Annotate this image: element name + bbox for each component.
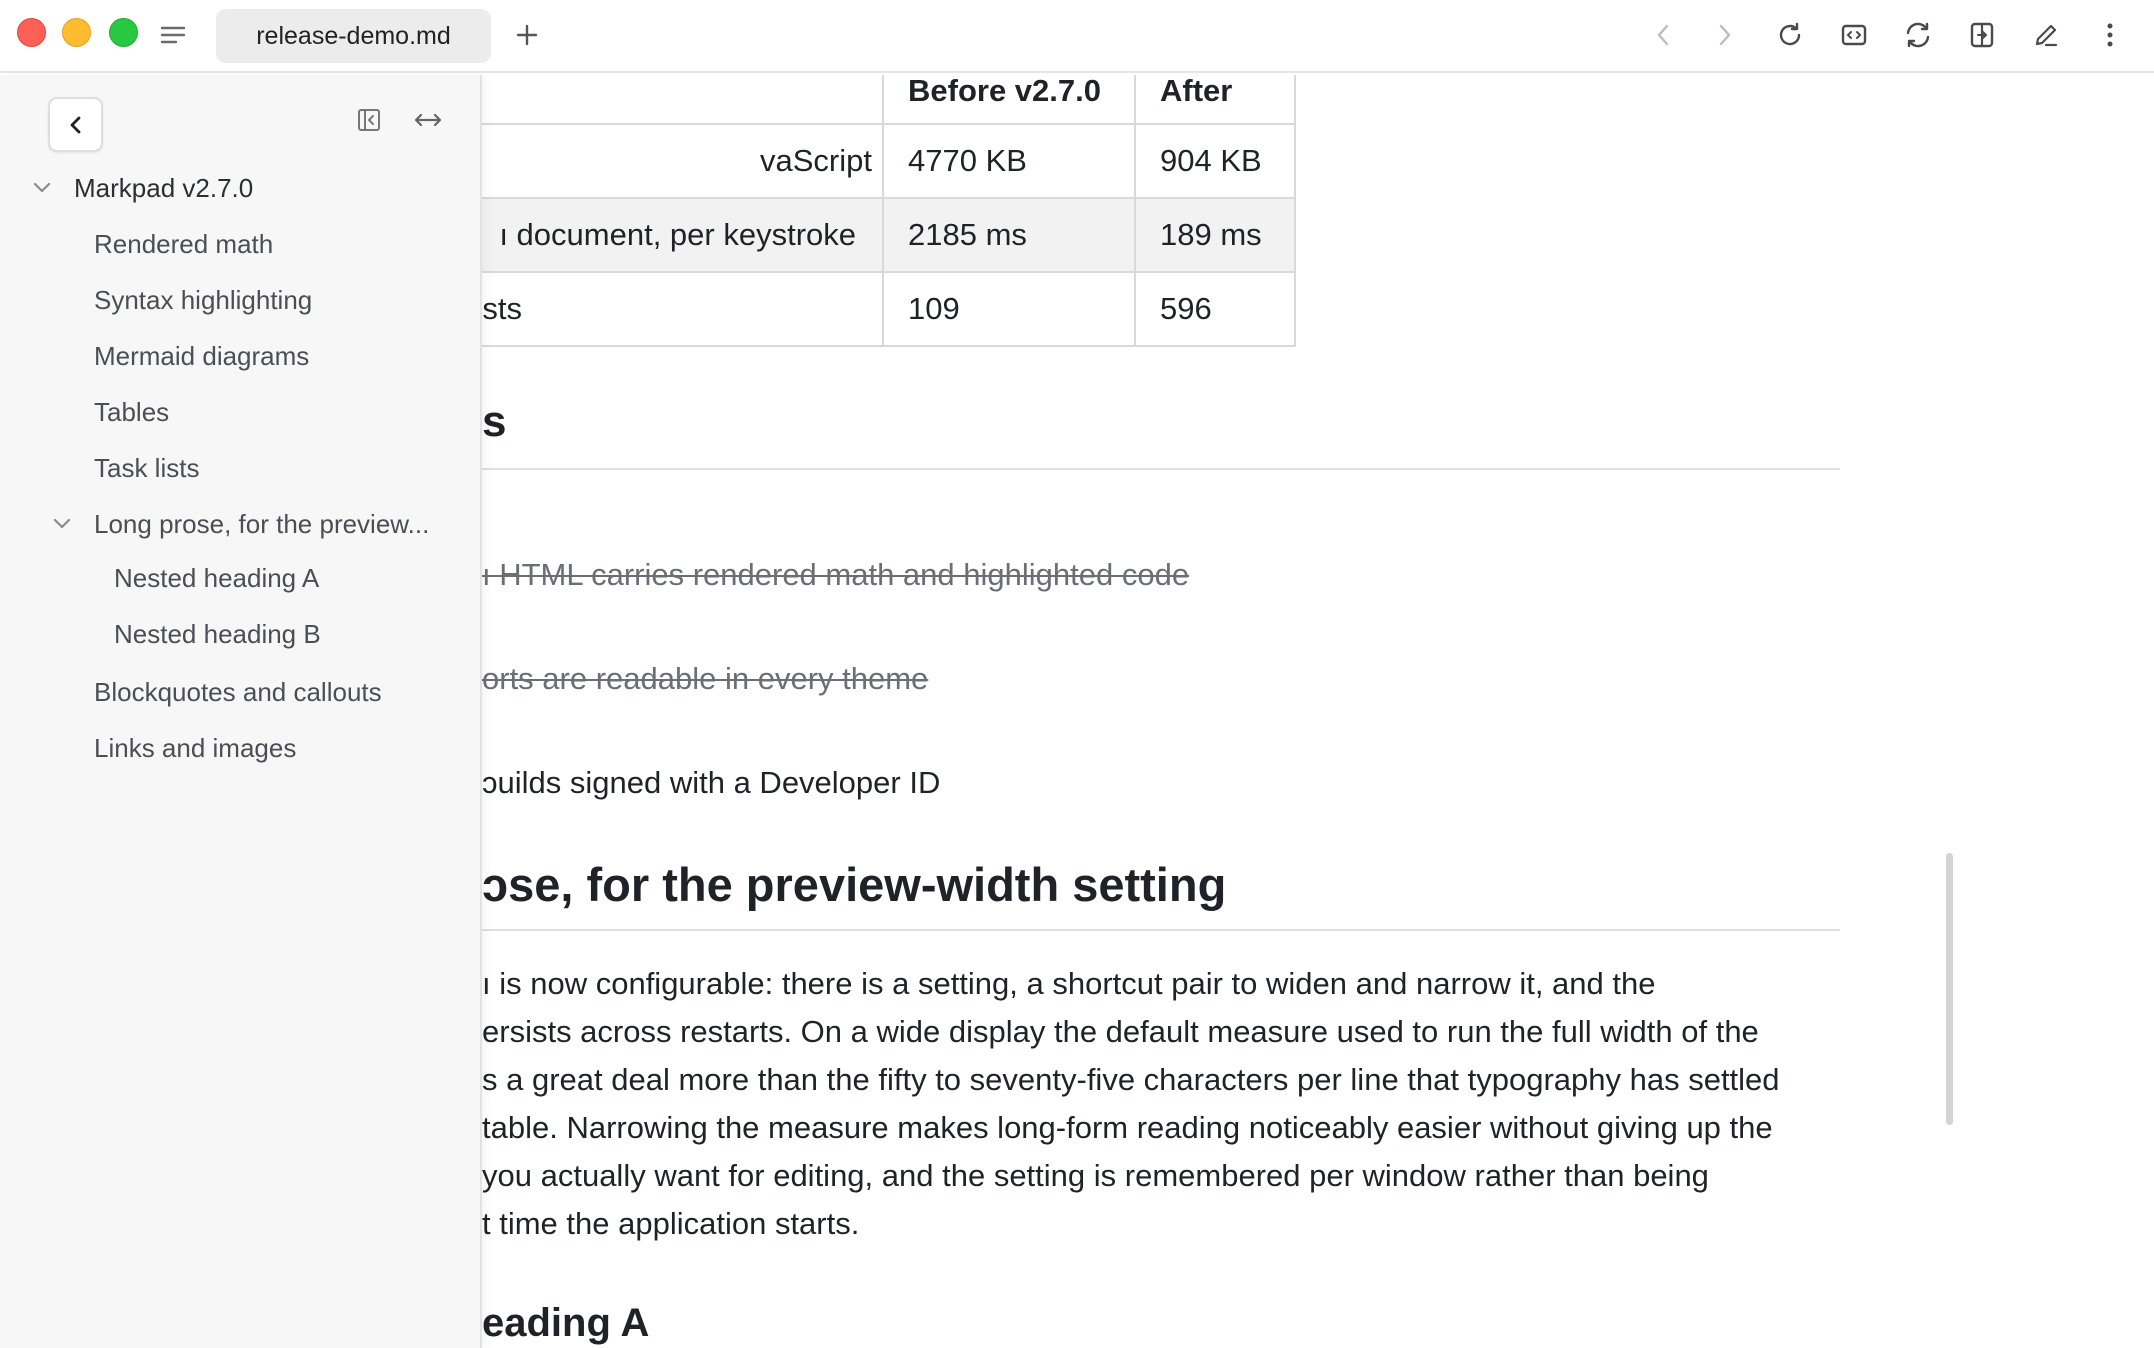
outline-item[interactable]: Syntax highlighting [94,285,312,316]
outline-item[interactable]: Rendered math [94,229,273,260]
outline-item-root[interactable]: Markpad v2.7.0 [74,173,253,204]
section-heading: s [482,397,507,446]
sync-icon[interactable] [1899,16,1937,54]
heading-rule [380,468,1840,470]
chevron-down-icon[interactable] [52,517,72,531]
prose-heading: ɔse, for the preview-width setting [482,858,1227,911]
outline-item-nested[interactable]: Nested heading B [114,619,321,650]
sidebar-menu-icon[interactable] [156,18,190,52]
table-cell: 596 [1134,271,1296,347]
chevron-right-icon[interactable] [1707,16,1743,54]
prose-line: you actually want for editing, and the s… [482,1158,1709,1193]
outline-item[interactable]: Links and images [94,733,296,764]
dock-sidebar-icon[interactable] [352,103,386,137]
table-cell: 189 ms [1134,197,1296,273]
task-item-done: orts are readable in every theme [482,661,929,696]
table-header-cell: After [1134,75,1296,125]
table-cell: 109 [882,271,1136,347]
more-vertical-icon[interactable] [2092,16,2128,54]
prose-line: t time the application starts. [482,1206,860,1241]
outline-item[interactable]: Blockquotes and callouts [94,677,382,708]
prose-line: ı is now configurable: there is a settin… [482,966,1656,1001]
chevron-left-icon[interactable] [1645,16,1681,54]
outline-item[interactable]: Tables [94,397,169,428]
heading-rule [380,929,1840,931]
task-item: ɔuilds signed with a Developer ID [482,765,941,800]
export-icon[interactable] [1963,16,2001,54]
pencil-icon[interactable] [2027,16,2065,54]
close-window-button[interactable] [17,18,46,47]
collapse-sidebar-button[interactable] [48,97,103,152]
minimize-window-button[interactable] [62,18,91,47]
table-header-cell: Before v2.7.0 [882,75,1136,125]
prose-line: ersists across restarts. On a wide displ… [482,1014,1759,1049]
outline-sidebar: Markpad v2.7.0 Rendered math Syntax high… [0,75,482,1348]
outline-item[interactable]: Long prose, for the preview... [94,509,429,540]
outline-item[interactable]: Mermaid diagrams [94,341,309,372]
task-item-done: ı HTML carries rendered math and highlig… [482,557,1190,592]
outline-item[interactable]: Task lists [94,453,199,484]
document-tab[interactable]: release-demo.md [216,9,491,63]
zoom-window-button[interactable] [109,18,138,47]
reload-icon[interactable] [1771,16,1809,54]
table-cell: 4770 KB [882,123,1136,199]
chevron-left-icon [70,116,80,133]
table-cell: 2185 ms [882,197,1136,273]
source-view-icon[interactable] [1835,16,1873,54]
prose-line: table. Narrowing the measure makes long-… [482,1110,1773,1145]
prose-line: s a great deal more than the fifty to se… [482,1062,1780,1097]
title-bar: release-demo.md [0,0,2154,73]
vertical-scrollbar[interactable] [1946,853,1953,1125]
plus-icon[interactable] [508,16,546,54]
outline-item-nested[interactable]: Nested heading A [114,563,319,594]
table-cell: 904 KB [1134,123,1296,199]
tab-title: release-demo.md [256,21,451,50]
nested-heading: eading A [482,1301,650,1345]
resize-width-icon[interactable] [410,103,446,137]
chevron-down-icon[interactable] [32,181,52,195]
